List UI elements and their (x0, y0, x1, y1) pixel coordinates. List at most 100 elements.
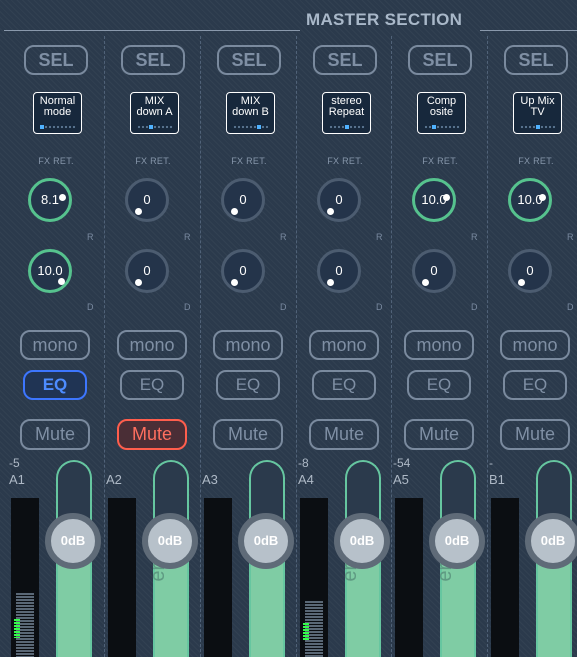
mute-button[interactable]: Mute (309, 419, 379, 450)
mode-position-indicator (536, 125, 540, 129)
fx-return-label: FX RET. (422, 156, 458, 166)
meter-peak-level (303, 623, 309, 640)
knob-d-label: D (567, 302, 574, 312)
mode-selector[interactable]: MIX down A (130, 92, 179, 134)
mode-selector[interactable]: Normal mode (33, 92, 82, 134)
mode-selector[interactable]: Up Mix TV (513, 92, 562, 134)
knob-d-value: 10.0 (37, 263, 63, 278)
mode-dots-icon (137, 125, 173, 129)
fader-knob[interactable]: 0dB (142, 513, 198, 569)
channel-strip-a3: SEL MIX down B FX RET. 0 R 0 Dmono EQ Mute A3 0dB (200, 36, 297, 657)
fx-return-label: FX RET. (38, 156, 74, 166)
knob-r-label: R (471, 232, 478, 242)
fader-knob[interactable]: 0dB (429, 513, 485, 569)
sel-button[interactable]: SEL (121, 45, 185, 75)
fx-return-d-knob[interactable]: 0 (412, 249, 456, 293)
mode-label-line2: osite (429, 106, 454, 118)
sel-button[interactable]: SEL (504, 45, 568, 75)
level-db-readout: -54 (393, 456, 411, 470)
mute-button[interactable]: Mute (404, 419, 474, 450)
level-meter (204, 498, 232, 657)
mono-button[interactable]: mono (500, 330, 570, 360)
fx-return-r-knob[interactable]: 8.1 (28, 178, 72, 222)
fx-return-label: FX RET. (231, 156, 267, 166)
eq-button[interactable]: EQ (503, 370, 567, 400)
eq-button[interactable]: EQ (23, 370, 87, 400)
knob-pointer-icon (327, 279, 334, 286)
eq-button[interactable]: EQ (407, 370, 471, 400)
mono-button[interactable]: mono (213, 330, 283, 360)
knob-pointer-icon (443, 194, 450, 201)
level-meter (491, 498, 519, 657)
sel-button[interactable]: SEL (217, 45, 281, 75)
mode-position-indicator (40, 125, 44, 129)
knob-pointer-icon (135, 279, 142, 286)
mono-button[interactable]: mono (20, 330, 90, 360)
mono-button[interactable]: mono (404, 330, 474, 360)
eq-button[interactable]: EQ (312, 370, 376, 400)
fader-knob[interactable]: 0dB (525, 513, 577, 569)
knob-r-label: R (184, 232, 191, 242)
mode-dots-icon (40, 125, 76, 129)
level-db-readout: -8 (298, 456, 309, 470)
master-section-header: MASTER SECTION (0, 0, 577, 34)
knob-r-value: 8.1 (40, 192, 60, 207)
eq-button[interactable]: EQ (216, 370, 280, 400)
fader-knob[interactable]: 0dB (45, 513, 101, 569)
bus-label: A1 (9, 472, 25, 487)
knob-pointer-icon (422, 279, 429, 286)
sel-button[interactable]: SEL (313, 45, 377, 75)
meter-peak-level (14, 619, 20, 638)
fx-return-d-knob[interactable]: 0 (125, 249, 169, 293)
knob-r-value: 0 (143, 192, 151, 207)
mode-label-line2: down A (136, 106, 173, 118)
fx-return-r-knob[interactable]: 10.0 (508, 178, 552, 222)
knob-pointer-icon (327, 208, 334, 215)
header-rule-right (480, 30, 577, 31)
mute-button[interactable]: Mute (20, 419, 90, 450)
sel-button[interactable]: SEL (408, 45, 472, 75)
fader-knob[interactable]: 0dB (334, 513, 390, 569)
knob-d-value: 0 (335, 263, 343, 278)
fx-return-r-knob[interactable]: 0 (317, 178, 361, 222)
knob-d-label: D (184, 302, 191, 312)
eq-button[interactable]: EQ (120, 370, 184, 400)
knob-d-value: 0 (239, 263, 247, 278)
knob-r-label: R (567, 232, 574, 242)
level-db-readout: -5 (9, 456, 20, 470)
fx-return-r-knob[interactable]: 10.0 (412, 178, 456, 222)
knob-d-label: D (471, 302, 478, 312)
fx-return-label: FX RET. (518, 156, 554, 166)
channel-strip-a4: SEL stereo Repeat FX RET. 0 R 0 Dmono EQ Mute -8 A4… (296, 36, 393, 657)
mute-button[interactable]: Mute (500, 419, 570, 450)
mute-button[interactable]: Mute (117, 419, 187, 450)
knob-d-label: D (376, 302, 383, 312)
knob-r-value: 0 (239, 192, 247, 207)
bus-label: A2 (106, 472, 122, 487)
mode-label-line2: Repeat (328, 106, 365, 118)
fx-return-d-knob[interactable]: 10.0 (28, 249, 72, 293)
mode-position-indicator (345, 125, 349, 129)
sel-button[interactable]: SEL (24, 45, 88, 75)
fx-return-d-knob[interactable]: 0 (221, 249, 265, 293)
channel-strip-a1: SEL Normal mode FX RET. 8.1 R 10.0 Dmono EQ Mute -… (8, 36, 104, 657)
level-meter (11, 498, 39, 657)
mono-button[interactable]: mono (309, 330, 379, 360)
fx-return-r-knob[interactable]: 0 (221, 178, 265, 222)
mode-position-indicator (149, 125, 153, 129)
fx-return-d-knob[interactable]: 0 (508, 249, 552, 293)
mode-selector[interactable]: Comp osite (417, 92, 466, 134)
fader-knob[interactable]: 0dB (238, 513, 294, 569)
mode-label-line2: down B (232, 106, 269, 118)
level-meter (108, 498, 136, 657)
channel-strip-b1: SEL Up Mix TV FX RET. 10.0 R 0 Dmono EQ Mute - B1 0d… (487, 36, 577, 657)
fx-return-r-knob[interactable]: 0 (125, 178, 169, 222)
mode-selector[interactable]: stereo Repeat (322, 92, 371, 134)
mono-button[interactable]: mono (117, 330, 187, 360)
mode-selector[interactable]: MIX down B (226, 92, 275, 134)
knob-pointer-icon (231, 279, 238, 286)
fx-return-d-knob[interactable]: 0 (317, 249, 361, 293)
mute-button[interactable]: Mute (213, 419, 283, 450)
channel-strip-a5: SEL Comp osite FX RET. 10.0 R 0 Dmono EQ Mute -54 A… (391, 36, 488, 657)
knob-d-label: D (87, 302, 94, 312)
